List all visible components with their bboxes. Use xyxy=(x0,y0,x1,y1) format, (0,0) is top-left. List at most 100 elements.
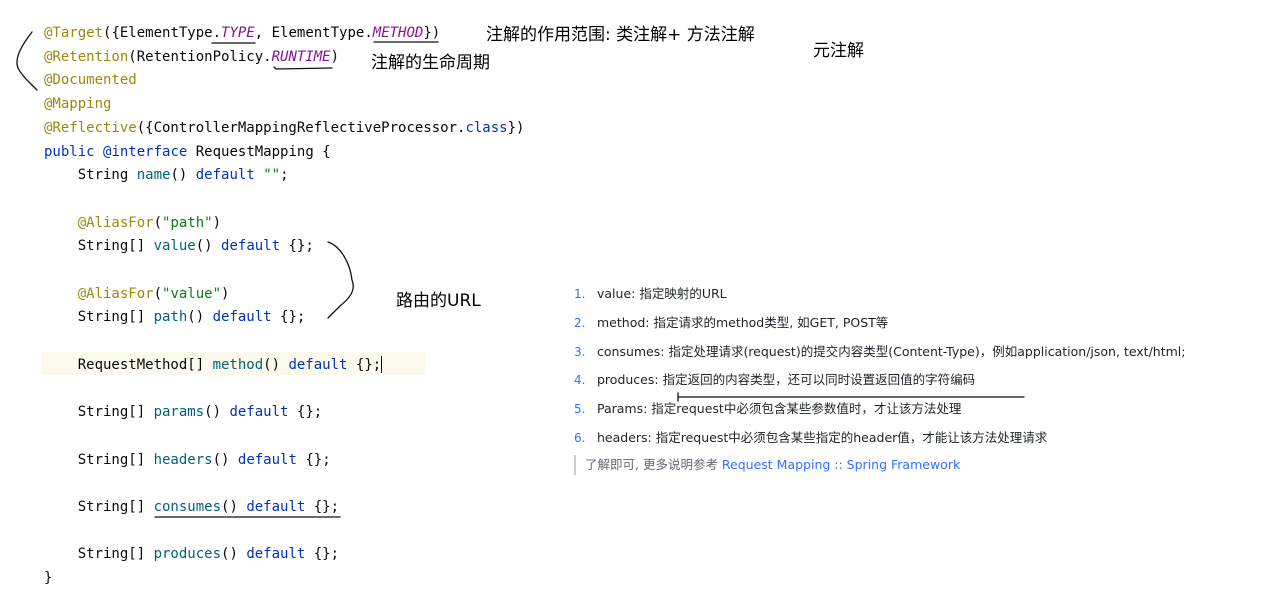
code-token: () xyxy=(221,499,247,515)
annotation-token: @Retention xyxy=(44,48,129,65)
list-item-text: value: 指定映射的URL xyxy=(597,286,727,301)
doc-list-item: 6. headers: 指定request中必须包含某些指定的header值，才能… xyxy=(574,428,1047,448)
doc-list-item: 1. value: 指定映射的URL xyxy=(574,284,727,304)
enum-constant-token: RUNTIME xyxy=(271,48,331,65)
note-annotation-lifecycle: 注解的生命周期 xyxy=(371,53,490,73)
code-token: {}; xyxy=(347,356,382,373)
code-line: RequestMethod[] method() default {}; xyxy=(44,353,383,377)
list-number: 1. xyxy=(574,287,586,301)
code-line: @AliasFor("value") xyxy=(44,282,230,306)
code-line: @Documented xyxy=(44,72,137,89)
code-token: RequestMapping { xyxy=(187,143,331,160)
list-item-text: method: 指定请求的method类型, 如GET, POST等 xyxy=(597,315,889,330)
code-token: String[] xyxy=(77,499,154,515)
code-line: @AliasFor("path") xyxy=(44,211,221,235)
annotation-token: @Target xyxy=(44,25,104,41)
code-line: } xyxy=(44,570,53,587)
note-route-url: 路由的URL xyxy=(396,291,481,311)
code-token: () xyxy=(221,546,247,563)
list-number: 6. xyxy=(574,430,586,445)
code-token: ) xyxy=(330,48,340,65)
code-token: }) xyxy=(423,25,441,41)
method-name-token: params xyxy=(153,404,205,421)
code-token: }) xyxy=(507,119,525,136)
list-number: 3. xyxy=(574,344,586,359)
code-token: {}; xyxy=(296,451,331,468)
code-token: String[] xyxy=(77,309,154,326)
list-item-text: produces: 指定返回的内容类型，还可以同时设置返回值的字符编码 xyxy=(597,372,976,387)
code-line: String[] params() default {}; xyxy=(44,400,322,424)
list-item-text: consumes: 指定处理请求(request)的提交内容类型(Content… xyxy=(597,343,1186,359)
keyword-token: default xyxy=(221,238,281,255)
keyword-token: default xyxy=(237,451,297,468)
method-name-token: method xyxy=(212,356,264,373)
code-token: ) xyxy=(212,214,222,231)
method-name-token: produces xyxy=(153,546,222,563)
keyword-token: default xyxy=(229,404,289,421)
text-caret xyxy=(381,356,383,374)
code-line: public @interface RequestMapping { xyxy=(44,140,331,164)
enum-constant-token: METHOD xyxy=(372,25,424,41)
string-token: "path" xyxy=(162,214,213,231)
code-token: ; xyxy=(280,167,289,184)
code-line: @Target({ElementType.TYPE, ElementType.M… xyxy=(44,21,440,45)
code-token: (RetentionPolicy. xyxy=(128,48,272,65)
keyword-token: class xyxy=(465,119,508,136)
method-name-token: path xyxy=(153,309,188,326)
method-name-token: headers xyxy=(153,451,213,468)
code-token: {}; xyxy=(271,309,306,326)
page: { "code": { "line1": {"p1": "@Target", "… xyxy=(0,0,1287,598)
code-token: RequestMethod[] xyxy=(77,356,213,373)
code-line: @Reflective({ControllerMappingReflective… xyxy=(44,116,524,140)
code-token: () xyxy=(170,167,196,184)
code-token: ( xyxy=(153,285,163,302)
code-line: String[] produces() default {}; xyxy=(44,542,339,566)
doc-list-item: 4. produces: 指定返回的内容类型，还可以同时设置返回值的字符编码 xyxy=(574,370,975,390)
code-token: ({ElementType. xyxy=(103,25,222,41)
doc-quote: 了解即可, 更多说明参考 Request Mapping :: Spring F… xyxy=(574,455,960,475)
code-token: String[] xyxy=(77,238,154,255)
code-token: String[] xyxy=(77,404,154,421)
list-number: 5. xyxy=(574,402,586,416)
code-token: ) xyxy=(221,285,230,302)
note-meta-annotation: 元注解 xyxy=(813,41,864,61)
quote-text: 了解即可, 更多说明参考 xyxy=(585,457,722,472)
list-item-text: Params: 指定request中必须包含某些参数值时，才让该方法处理 xyxy=(597,401,962,416)
code-line: String[] value() default {}; xyxy=(44,234,314,258)
doc-list-item: 3. consumes: 指定处理请求(request)的提交内容类型(Conte… xyxy=(574,342,1185,362)
list-item-text: headers: 指定request中必须包含某些指定的header值，才能让该… xyxy=(597,429,1048,445)
code-token: String xyxy=(77,167,137,184)
code-line: String[] path() default {}; xyxy=(44,305,306,329)
code-token: () xyxy=(263,356,289,373)
code-token: {}; xyxy=(305,546,340,563)
code-token: , ElementType. xyxy=(254,25,373,41)
code-line: @Mapping xyxy=(44,96,112,113)
method-name-token: consumes xyxy=(153,499,222,515)
code-token: ({ControllerMappingReflectiveProcessor. xyxy=(136,119,466,136)
keyword-token: default xyxy=(246,546,306,563)
code-line: @Retention(RetentionPolicy.RUNTIME) xyxy=(44,45,339,69)
method-name-token: value xyxy=(153,238,196,255)
code-token: {}; xyxy=(305,499,340,515)
annotation-token: @Reflective xyxy=(44,119,137,136)
keyword-token: default xyxy=(195,167,255,184)
code-token: String[] xyxy=(77,451,154,468)
code-token: () xyxy=(195,238,222,255)
doc-list-item: 5. Params: 指定request中必须包含某些参数值时，才让该方法处理 xyxy=(574,399,961,419)
string-token: "value" xyxy=(162,285,222,302)
meta-annotation-bracket xyxy=(16,31,38,91)
keyword-token: default xyxy=(246,499,306,515)
spring-docs-link[interactable]: Request Mapping :: Spring Framework xyxy=(722,457,960,472)
string-token: "" xyxy=(263,167,281,184)
